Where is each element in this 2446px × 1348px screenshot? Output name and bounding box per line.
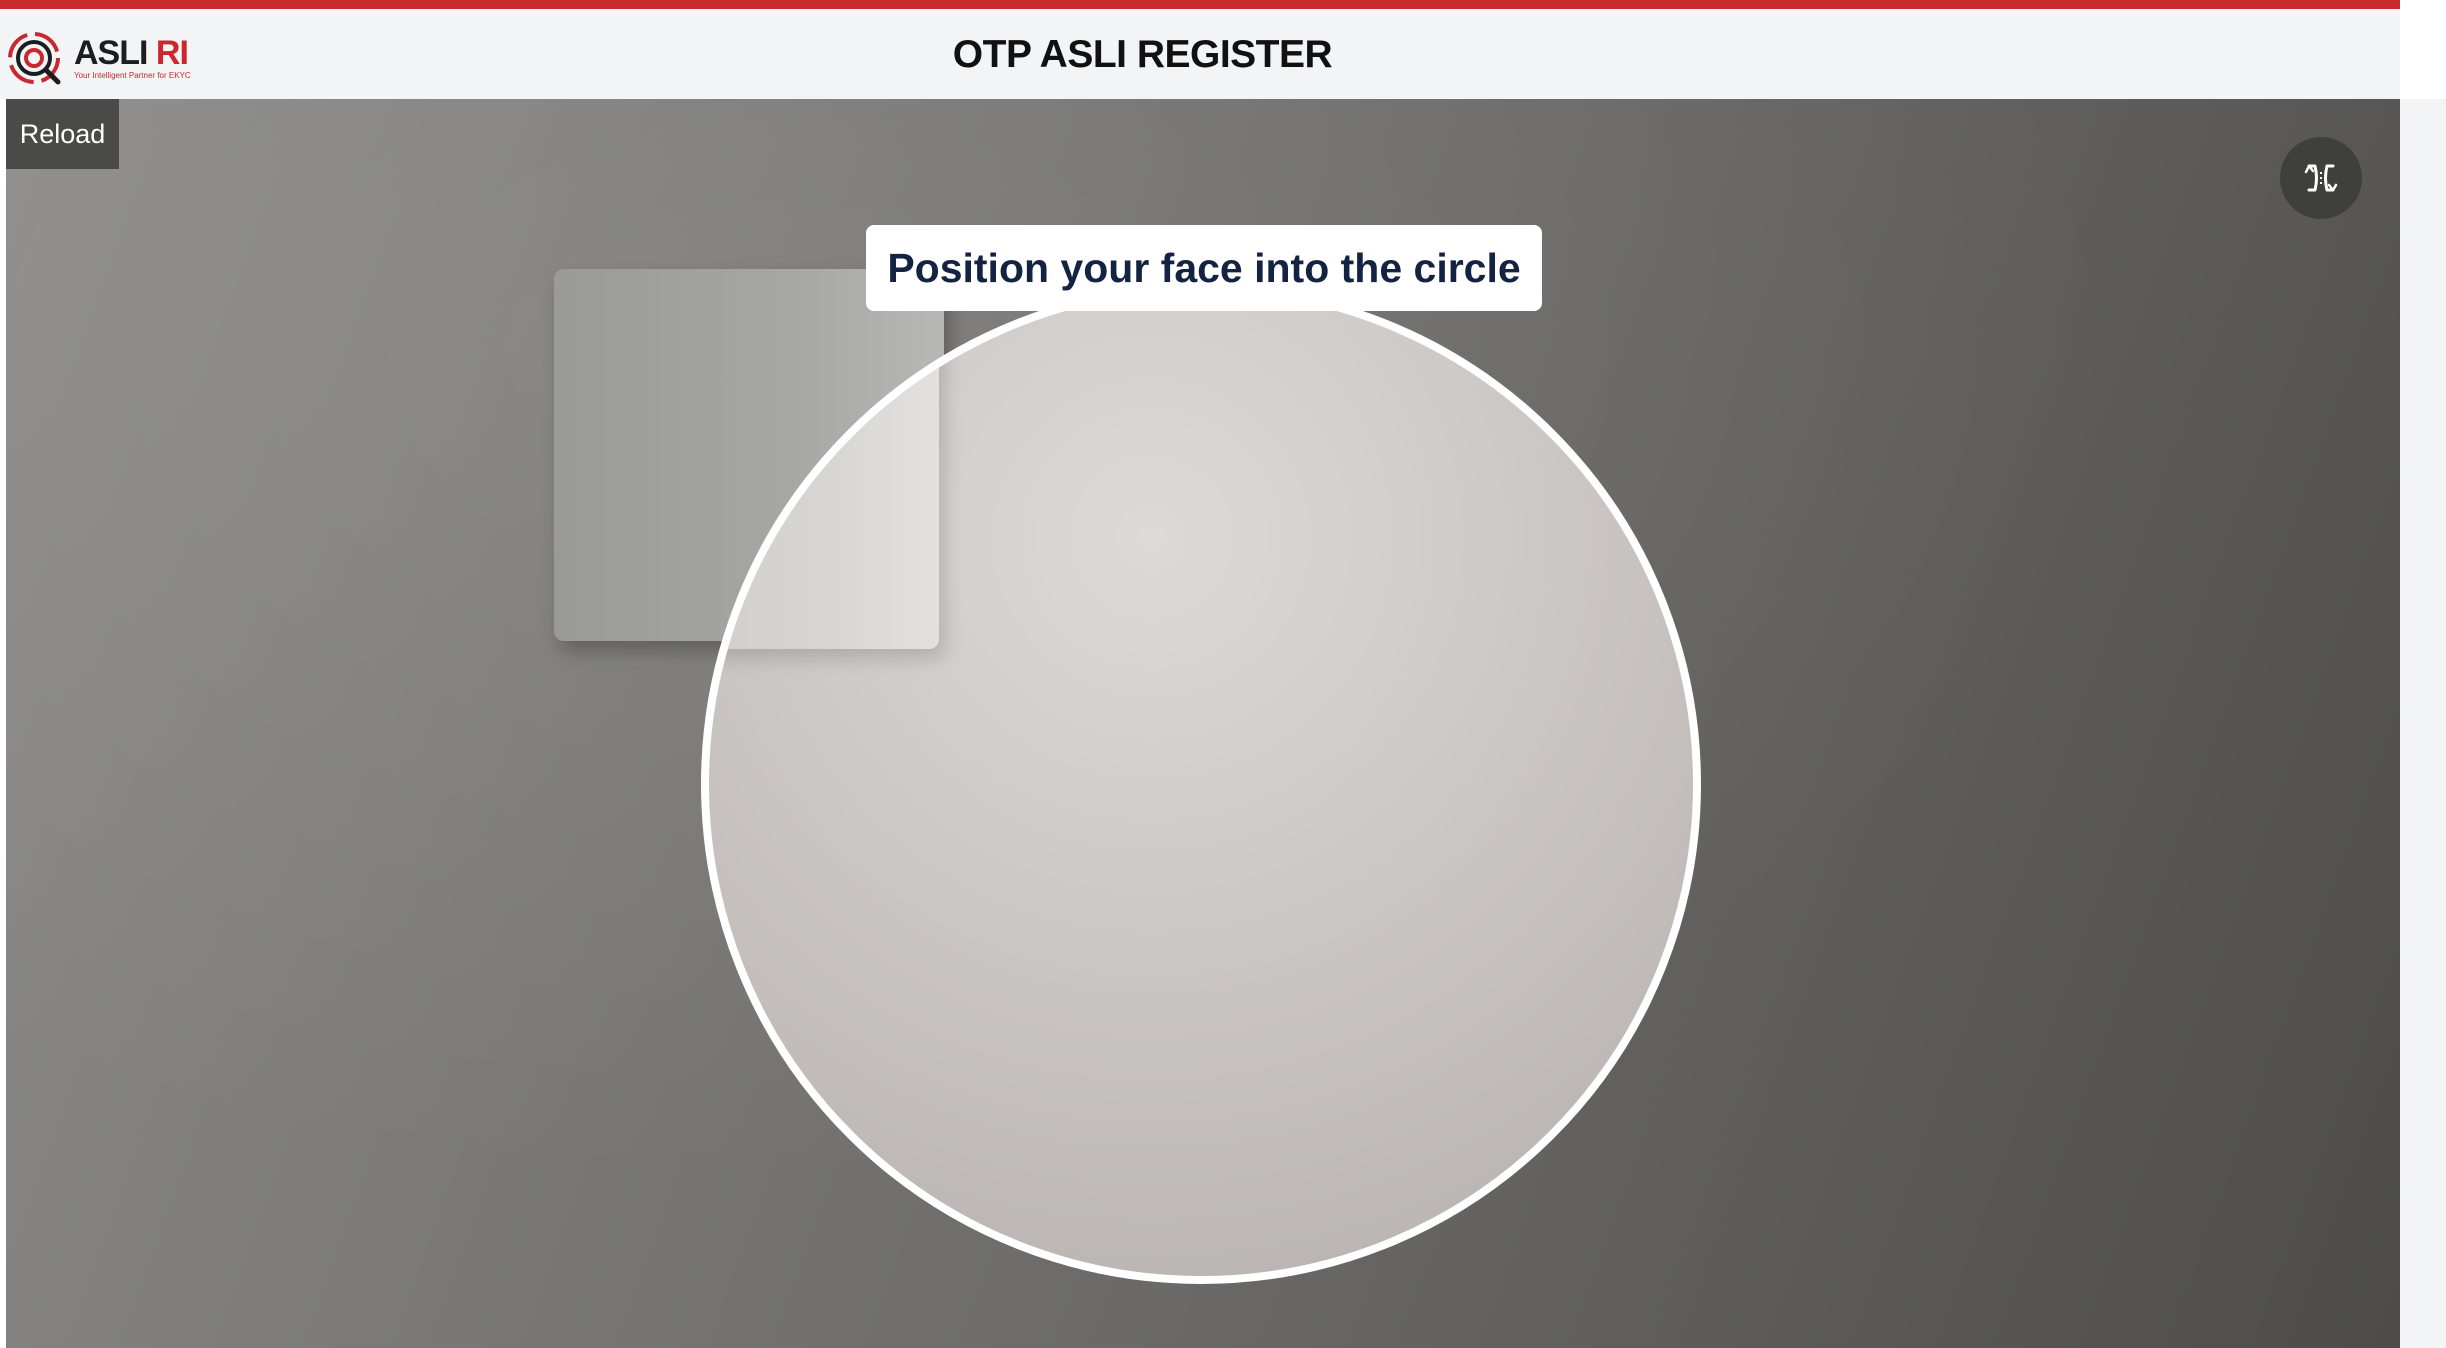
face-instruction: Position your face into the circle xyxy=(866,225,1542,311)
face-guide-circle xyxy=(701,284,1701,1284)
reload-button[interactable]: Reload xyxy=(6,99,119,169)
flip-camera-button[interactable] xyxy=(2280,137,2362,219)
header: ASLI RI Your Intelligent Partner for EKY… xyxy=(0,9,2400,99)
right-gutter xyxy=(2400,99,2446,1348)
page: ASLI RI Your Intelligent Partner for EKY… xyxy=(0,0,2446,1348)
background-object-highlight xyxy=(709,292,939,649)
flip-camera-icon xyxy=(2304,164,2338,192)
page-title: OTP ASLI REGISTER xyxy=(952,33,1333,76)
top-accent-bar xyxy=(0,0,2400,9)
camera-preview: Position your face into the circle Reloa… xyxy=(6,99,2400,1348)
